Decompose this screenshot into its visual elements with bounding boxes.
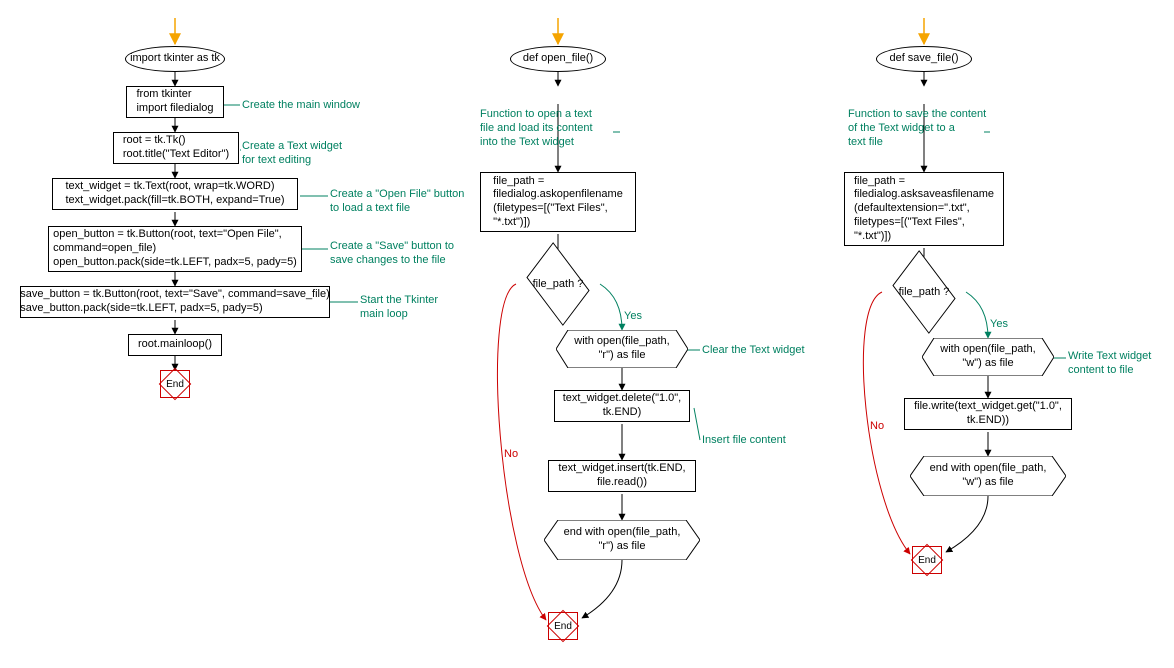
end-node-2: End [548,612,578,640]
node-filewrite-label: file.write(text_widget.get("1.0", tk.END… [914,400,1062,428]
hex-save-with: with open(file_path, "w") as file [922,338,1054,376]
annot-text-widget: Create a Text widget for text editing [242,140,342,168]
node-import-filedialog: from tkinter import filedialog [126,86,224,118]
annot-open-button: Create a "Open File" button to load a te… [330,188,464,216]
hex-open-with: with open(file_path, "r") as file [556,330,688,368]
node-open-button: open_button = tk.Button(root, text="Open… [48,226,302,272]
node-asksave-label: file_path = filedialog.asksaveasfilename… [854,175,994,244]
node-filewrite: file.write(text_widget.get("1.0", tk.END… [904,398,1072,430]
node-root-label: root = tk.Tk() root.title("Text Editor") [123,134,229,162]
start-node-2: def open_file() [510,46,606,72]
annot-save-func: Function to save the content of the Text… [848,108,986,149]
no-label-2: No [504,448,518,460]
decision-open: file_path ? [528,262,588,306]
node-askopen: file_path = filedialog.askopenfilename (… [480,172,636,232]
end-node-1-label: End [160,370,190,398]
hex-end-with-save: end with open(file_path, "w") as file [910,456,1066,496]
node-text-widget: text_widget = tk.Text(root, wrap=tk.WORD… [52,178,298,210]
end-node-3: End [912,546,942,574]
end-node-1: End [160,370,190,398]
annot-mainloop: Start the Tkinter main loop [360,294,438,322]
yes-label-2: Yes [624,310,642,322]
node-delete-label: text_widget.delete("1.0", tk.END) [563,392,682,420]
annot-main-window: Create the main window [242,99,360,113]
end-node-2-label: End [548,612,578,640]
node-mainloop: root.mainloop() [128,334,222,356]
node-mainloop-label: root.mainloop() [138,338,212,352]
annot-open-func: Function to open a text file and load it… [480,108,593,149]
node-import-filedialog-label: from tkinter import filedialog [136,88,213,116]
node-open-button-label: open_button = tk.Button(root, text="Open… [53,228,297,269]
hex-end-with-open: end with open(file_path, "r") as file [544,520,700,560]
decision-save-label: file_path ? [894,270,954,314]
start-node-2-label: def open_file() [523,52,593,66]
node-insert-label: text_widget.insert(tk.END, file.read()) [558,462,685,490]
hex-end-with-open-label: end with open(file_path, "r") as file [544,520,700,560]
start-node-3: def save_file() [876,46,972,72]
node-insert: text_widget.insert(tk.END, file.read()) [548,460,696,492]
start-node-3-label: def save_file() [889,52,958,66]
node-delete: text_widget.delete("1.0", tk.END) [554,390,690,422]
annot-insert-content: Insert file content [702,434,786,448]
hex-open-with-label: with open(file_path, "r") as file [556,330,688,368]
node-text-widget-label: text_widget = tk.Text(root, wrap=tk.WORD… [65,180,284,208]
annot-write-content: Write Text widget content to file [1068,350,1151,378]
annot-clear-widget: Clear the Text widget [702,344,805,358]
annot-save-button: Create a "Save" button to save changes t… [330,240,454,268]
node-save-button-label: save_button = tk.Button(root, text="Save… [20,288,330,316]
no-label-3: No [870,420,884,432]
node-asksave: file_path = filedialog.asksaveasfilename… [844,172,1004,246]
start-node-1-label: import tkinter as tk [130,52,220,66]
hex-end-with-save-label: end with open(file_path, "w") as file [910,456,1066,496]
end-node-3-label: End [912,546,942,574]
hex-save-with-label: with open(file_path, "w") as file [922,338,1054,376]
decision-open-label: file_path ? [528,262,588,306]
node-save-button: save_button = tk.Button(root, text="Save… [20,286,330,318]
node-askopen-label: file_path = filedialog.askopenfilename (… [493,175,623,230]
decision-save: file_path ? [894,270,954,314]
yes-label-3: Yes [990,318,1008,330]
start-node-1: import tkinter as tk [125,46,225,72]
node-root: root = tk.Tk() root.title("Text Editor") [113,132,239,164]
